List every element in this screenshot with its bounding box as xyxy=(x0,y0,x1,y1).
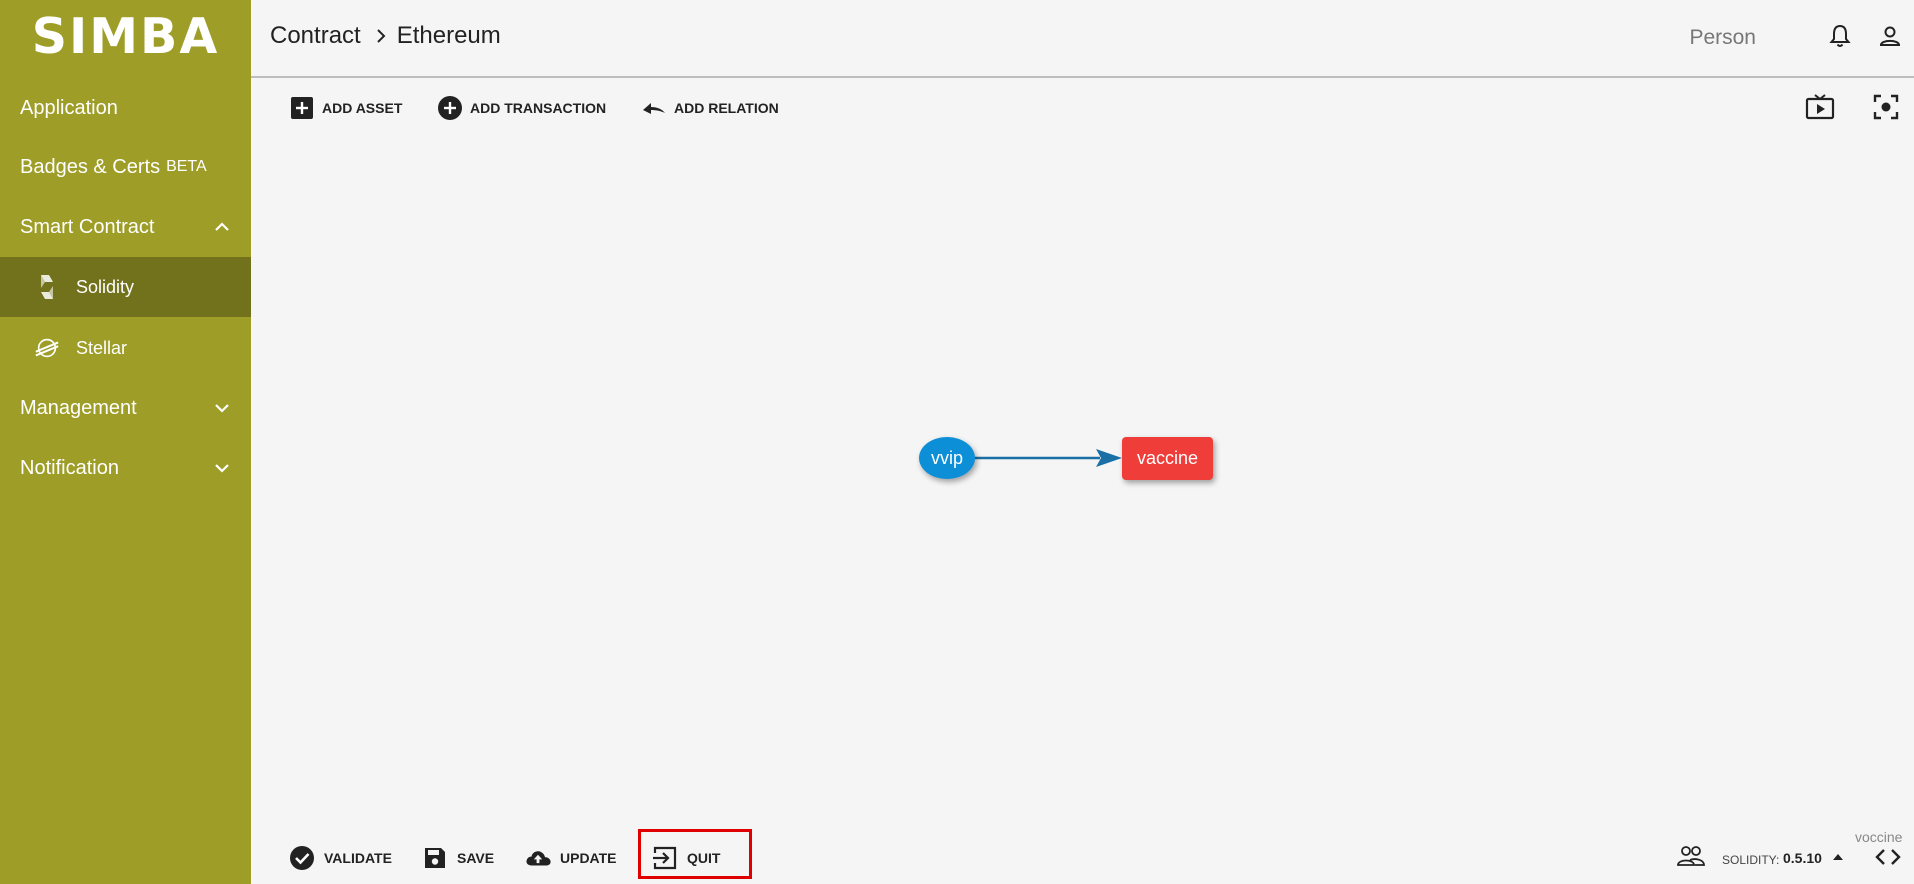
add-box-icon xyxy=(289,95,315,121)
chevron-right-icon xyxy=(375,26,389,46)
sidebar-item-label: Notification xyxy=(20,456,119,479)
add-asset-button[interactable]: ADD ASSET xyxy=(289,93,402,123)
account-icon[interactable] xyxy=(1876,21,1904,51)
caret-up-icon[interactable] xyxy=(1830,850,1846,864)
validate-label: VALIDATE xyxy=(324,850,392,866)
add-relation-label: ADD RELATION xyxy=(674,100,779,116)
sidebar-item-label: Solidity xyxy=(76,276,135,297)
sidebar-item-stellar[interactable]: Stellar xyxy=(0,318,251,378)
relation-arrow-icon xyxy=(641,95,667,121)
breadcrumb: Contract Ethereum xyxy=(270,22,501,50)
sidebar: SIMBA Application Badges & Certs BETA Sm… xyxy=(0,0,251,884)
chevron-up-icon xyxy=(213,218,231,236)
sidebar-item-label: Management xyxy=(20,396,137,419)
chevron-down-icon xyxy=(213,399,231,417)
floppy-save-icon xyxy=(421,844,449,872)
graph-canvas[interactable] xyxy=(251,130,1914,820)
validate-button[interactable]: VALIDATE xyxy=(288,843,392,873)
sidebar-item-label: Smart Contract xyxy=(20,215,155,238)
sidebar-item-label: Application xyxy=(20,96,118,119)
sidebar-item-management[interactable]: Management xyxy=(0,379,251,437)
solidity-version[interactable]: 0.5.10 xyxy=(1783,850,1822,866)
cloud-upload-icon xyxy=(524,844,552,872)
update-label: UPDATE xyxy=(560,850,617,866)
add-transaction-button[interactable]: ADD TRANSACTION xyxy=(437,93,606,123)
sidebar-item-smart-contract[interactable]: Smart Contract xyxy=(0,198,251,256)
preview-tv-icon[interactable] xyxy=(1805,92,1835,122)
sidebar-item-notification[interactable]: Notification xyxy=(0,439,251,497)
top-header: Contract Ethereum Person xyxy=(251,0,1914,78)
breadcrumb-contract[interactable]: Contract xyxy=(270,22,361,50)
save-label: SAVE xyxy=(457,850,495,866)
sidebar-item-solidity[interactable]: Solidity xyxy=(0,257,251,317)
app-logo: SIMBA xyxy=(31,8,220,65)
quit-highlight-box xyxy=(638,829,752,879)
sidebar-item-label: Badges & Certs xyxy=(20,155,161,178)
graph-node-vvip[interactable]: vvip xyxy=(919,437,975,479)
breadcrumb-ethereum: Ethereum xyxy=(396,22,501,49)
sidebar-item-application[interactable]: Application xyxy=(0,79,251,137)
chevron-down-icon xyxy=(213,459,231,477)
focus-center-icon[interactable] xyxy=(1871,92,1901,122)
sidebar-item-badges-certs[interactable]: Badges & Certs BETA xyxy=(0,138,251,196)
solidity-icon xyxy=(34,274,60,300)
check-circle-icon xyxy=(288,844,316,872)
stellar-icon xyxy=(34,335,60,361)
graph-node-vaccine[interactable]: vaccine xyxy=(1122,437,1213,480)
people-icon[interactable] xyxy=(1676,843,1706,869)
add-relation-button[interactable]: ADD RELATION xyxy=(641,93,779,123)
add-transaction-label: ADD TRANSACTION xyxy=(470,100,607,116)
sidebar-item-label: Stellar xyxy=(76,337,128,358)
node-label: vvip xyxy=(930,447,963,468)
beta-badge: BETA xyxy=(166,158,207,175)
user-name-label[interactable]: Person xyxy=(1689,26,1756,50)
save-button[interactable]: SAVE xyxy=(421,843,494,873)
update-button[interactable]: UPDATE xyxy=(524,843,617,873)
contract-name-label: voccine xyxy=(1855,829,1903,845)
bell-icon[interactable] xyxy=(1826,21,1854,51)
add-circle-icon xyxy=(437,95,463,121)
solidity-label: SOLIDITY: xyxy=(1722,853,1780,867)
code-icon[interactable] xyxy=(1874,846,1902,868)
node-label: vaccine xyxy=(1136,448,1199,468)
add-asset-label: ADD ASSET xyxy=(322,100,403,116)
